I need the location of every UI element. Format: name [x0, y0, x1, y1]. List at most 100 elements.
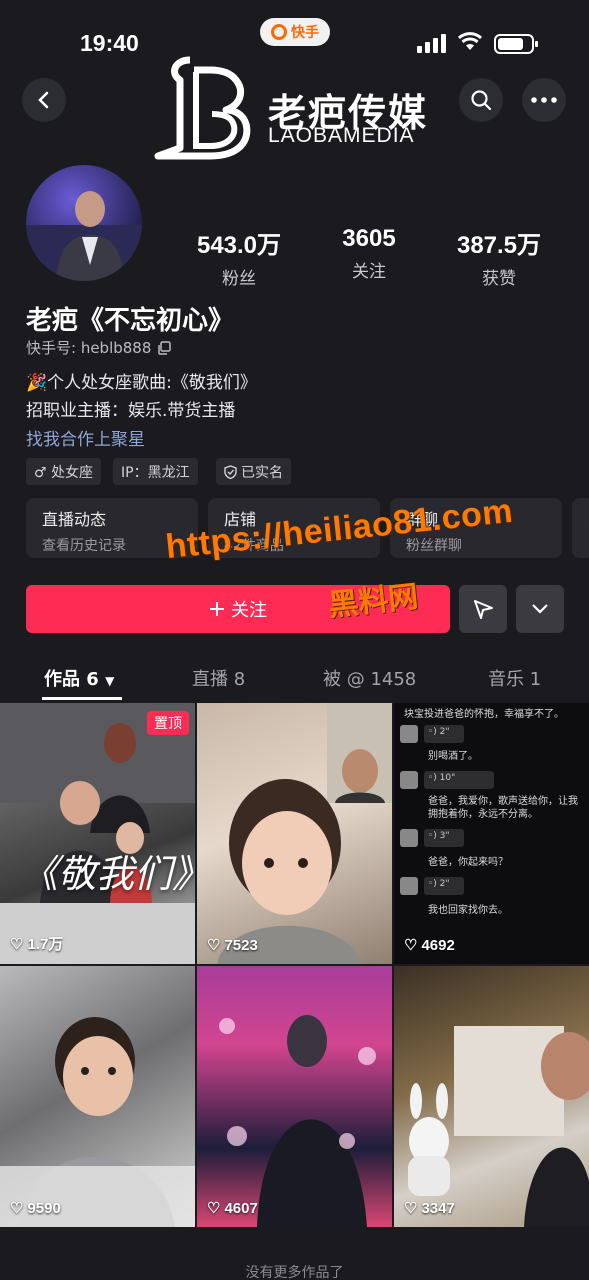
tab-live[interactable]: 直播 8	[192, 665, 245, 691]
cover-title: 《敬我们》	[20, 852, 195, 896]
tag-zodiac-label: ♂ 处女座	[34, 464, 94, 481]
heart-icon: ♡	[404, 937, 418, 954]
send-icon	[474, 600, 493, 619]
feature-live-sub: 查看历史记录	[42, 538, 126, 554]
likes-count: 4692	[421, 936, 455, 954]
video-thumbnail	[408, 1026, 589, 1227]
heart-icon: ♡	[207, 1200, 221, 1217]
search-button[interactable]	[459, 78, 503, 122]
video-card[interactable]: ♡ 9590	[0, 966, 195, 1227]
chat-line: 爸爸，你起来吗？	[428, 857, 508, 868]
stat-likes-value: 387.5万	[456, 232, 542, 259]
chat-voice-bubble: ◦) 2"	[424, 725, 464, 743]
video-thumbnail	[217, 703, 392, 964]
video-thumbnail	[219, 1015, 376, 1227]
feature-live-title: 直播动态	[42, 510, 107, 529]
kuaishou-badge[interactable]: 快手	[260, 18, 330, 46]
chevron-left-icon	[38, 91, 49, 109]
avatar-portrait	[26, 191, 142, 281]
stat-following-label: 关注	[352, 262, 386, 282]
tab-works-label: 作品 6	[44, 669, 99, 690]
more-horizontal-icon	[531, 97, 557, 103]
signal-icon	[417, 34, 446, 53]
search-icon	[471, 90, 492, 111]
back-button[interactable]	[22, 78, 66, 122]
stat-following-value: 3605	[342, 225, 396, 252]
feature-more[interactable]: 更	[572, 498, 589, 558]
stat-fans-value: 543.0万	[196, 232, 282, 259]
chat-line: 爸爸，我爱你，歌声送给你，让我拥抱着你，永远不分离。	[428, 796, 578, 820]
likes-count: 3347	[421, 1199, 455, 1217]
likes-count: 1.7万	[27, 936, 64, 953]
tab-music[interactable]: 音乐 1	[488, 665, 541, 691]
bio-line-2: 招职业主播：娱乐.带货主播	[26, 401, 236, 421]
video-card[interactable]: ♡ 7523	[197, 703, 392, 964]
kuaishou-id-row[interactable]: 快手号: heblb888	[26, 337, 172, 358]
bio-link[interactable]: 找我合作上聚星	[26, 425, 145, 450]
video-likes: ♡ 4607	[207, 1199, 258, 1218]
copy-icon[interactable]	[157, 340, 172, 355]
video-likes: ♡ 1.7万	[10, 933, 63, 954]
chevron-down-icon	[532, 604, 548, 614]
follow-label: 关注	[231, 600, 267, 621]
video-likes: ♡ 7523	[207, 936, 258, 955]
caret-down-icon: ▼	[105, 674, 115, 688]
video-thumbnail	[0, 703, 195, 964]
tag-verified: 已实名	[216, 458, 291, 485]
stat-likes-label: 获赞	[482, 269, 516, 289]
heart-icon: ♡	[404, 1200, 418, 1217]
shield-check-icon	[224, 464, 237, 479]
more-button[interactable]	[522, 78, 566, 122]
chat-voice-bubble: ◦) 3"	[424, 829, 464, 847]
tag-verified-label: 已实名	[241, 464, 283, 481]
chat-avatar	[400, 771, 418, 789]
video-card[interactable]: 块宝投进爸爸的怀抱，幸福享不了。 ◦) 2" 别喝酒了。 ◦) 10" 爸爸，我…	[394, 703, 589, 964]
tag-ip: IP：黑龙江	[113, 458, 198, 485]
tab-works[interactable]: 作品 6 ▼	[44, 665, 114, 691]
app-badge-label: 快手	[291, 25, 319, 41]
status-time: 19:40	[80, 30, 139, 56]
avatar[interactable]	[26, 165, 142, 281]
plus-icon	[210, 602, 224, 616]
chat-avatar	[400, 725, 418, 743]
chat-voice-bubble: ◦) 10"	[424, 771, 494, 789]
tag-zodiac: ♂ 处女座	[26, 458, 102, 485]
stat-fans[interactable]: 543.0万 粉丝	[184, 225, 294, 289]
video-card[interactable]: 置顶 《敬我们》 ♡ 1.7万	[0, 703, 195, 964]
video-likes: ♡ 4692	[404, 936, 455, 955]
chat-line: 我也回家找你去。	[428, 905, 508, 916]
chat-avatar	[400, 877, 418, 895]
video-likes: ♡ 9590	[10, 1199, 61, 1218]
kuaishou-icon	[271, 24, 287, 40]
heart-icon: ♡	[207, 937, 221, 954]
pinned-badge: 置顶	[147, 711, 189, 735]
video-thumbnail	[0, 1017, 195, 1227]
chat-voice-bubble: ◦) 2"	[424, 877, 464, 895]
kuaishou-id: 快手号: heblb888	[26, 339, 152, 357]
video-likes: ♡ 3347	[404, 1199, 455, 1218]
tab-indicator	[42, 697, 122, 700]
chat-avatar	[400, 829, 418, 847]
likes-count: 9590	[27, 1199, 61, 1217]
stat-likes[interactable]: 387.5万 获赞	[444, 225, 554, 289]
likes-count: 7523	[224, 936, 258, 954]
battery-icon	[494, 34, 538, 54]
logo-text-en: LAOBAMEDIA	[268, 124, 415, 147]
expand-button[interactable]	[516, 585, 564, 633]
watermark-name: 黑料网	[326, 579, 420, 624]
share-button[interactable]	[459, 585, 507, 633]
stat-following[interactable]: 3605 关注	[314, 225, 424, 282]
chat-line: 别喝酒了。	[428, 751, 478, 762]
bio-line-1: 🎉个人处女座歌曲:《敬我们》	[26, 373, 257, 393]
wifi-icon	[457, 32, 483, 50]
profile-name: 老疤《不忘初心》	[26, 306, 235, 336]
chat-line: 块宝投进爸爸的怀抱，幸福享不了。	[404, 709, 564, 720]
no-more-footer: 没有更多作品了	[245, 1265, 344, 1280]
heart-icon: ♡	[10, 1200, 24, 1217]
tab-mentions[interactable]: 被 @ 1458	[323, 665, 416, 691]
video-card[interactable]: ♡ 4607	[197, 966, 392, 1227]
video-card[interactable]: ♡ 3347	[394, 966, 589, 1227]
stat-fans-label: 粉丝	[222, 269, 256, 289]
likes-count: 4607	[224, 1199, 258, 1217]
heart-icon: ♡	[10, 935, 24, 953]
